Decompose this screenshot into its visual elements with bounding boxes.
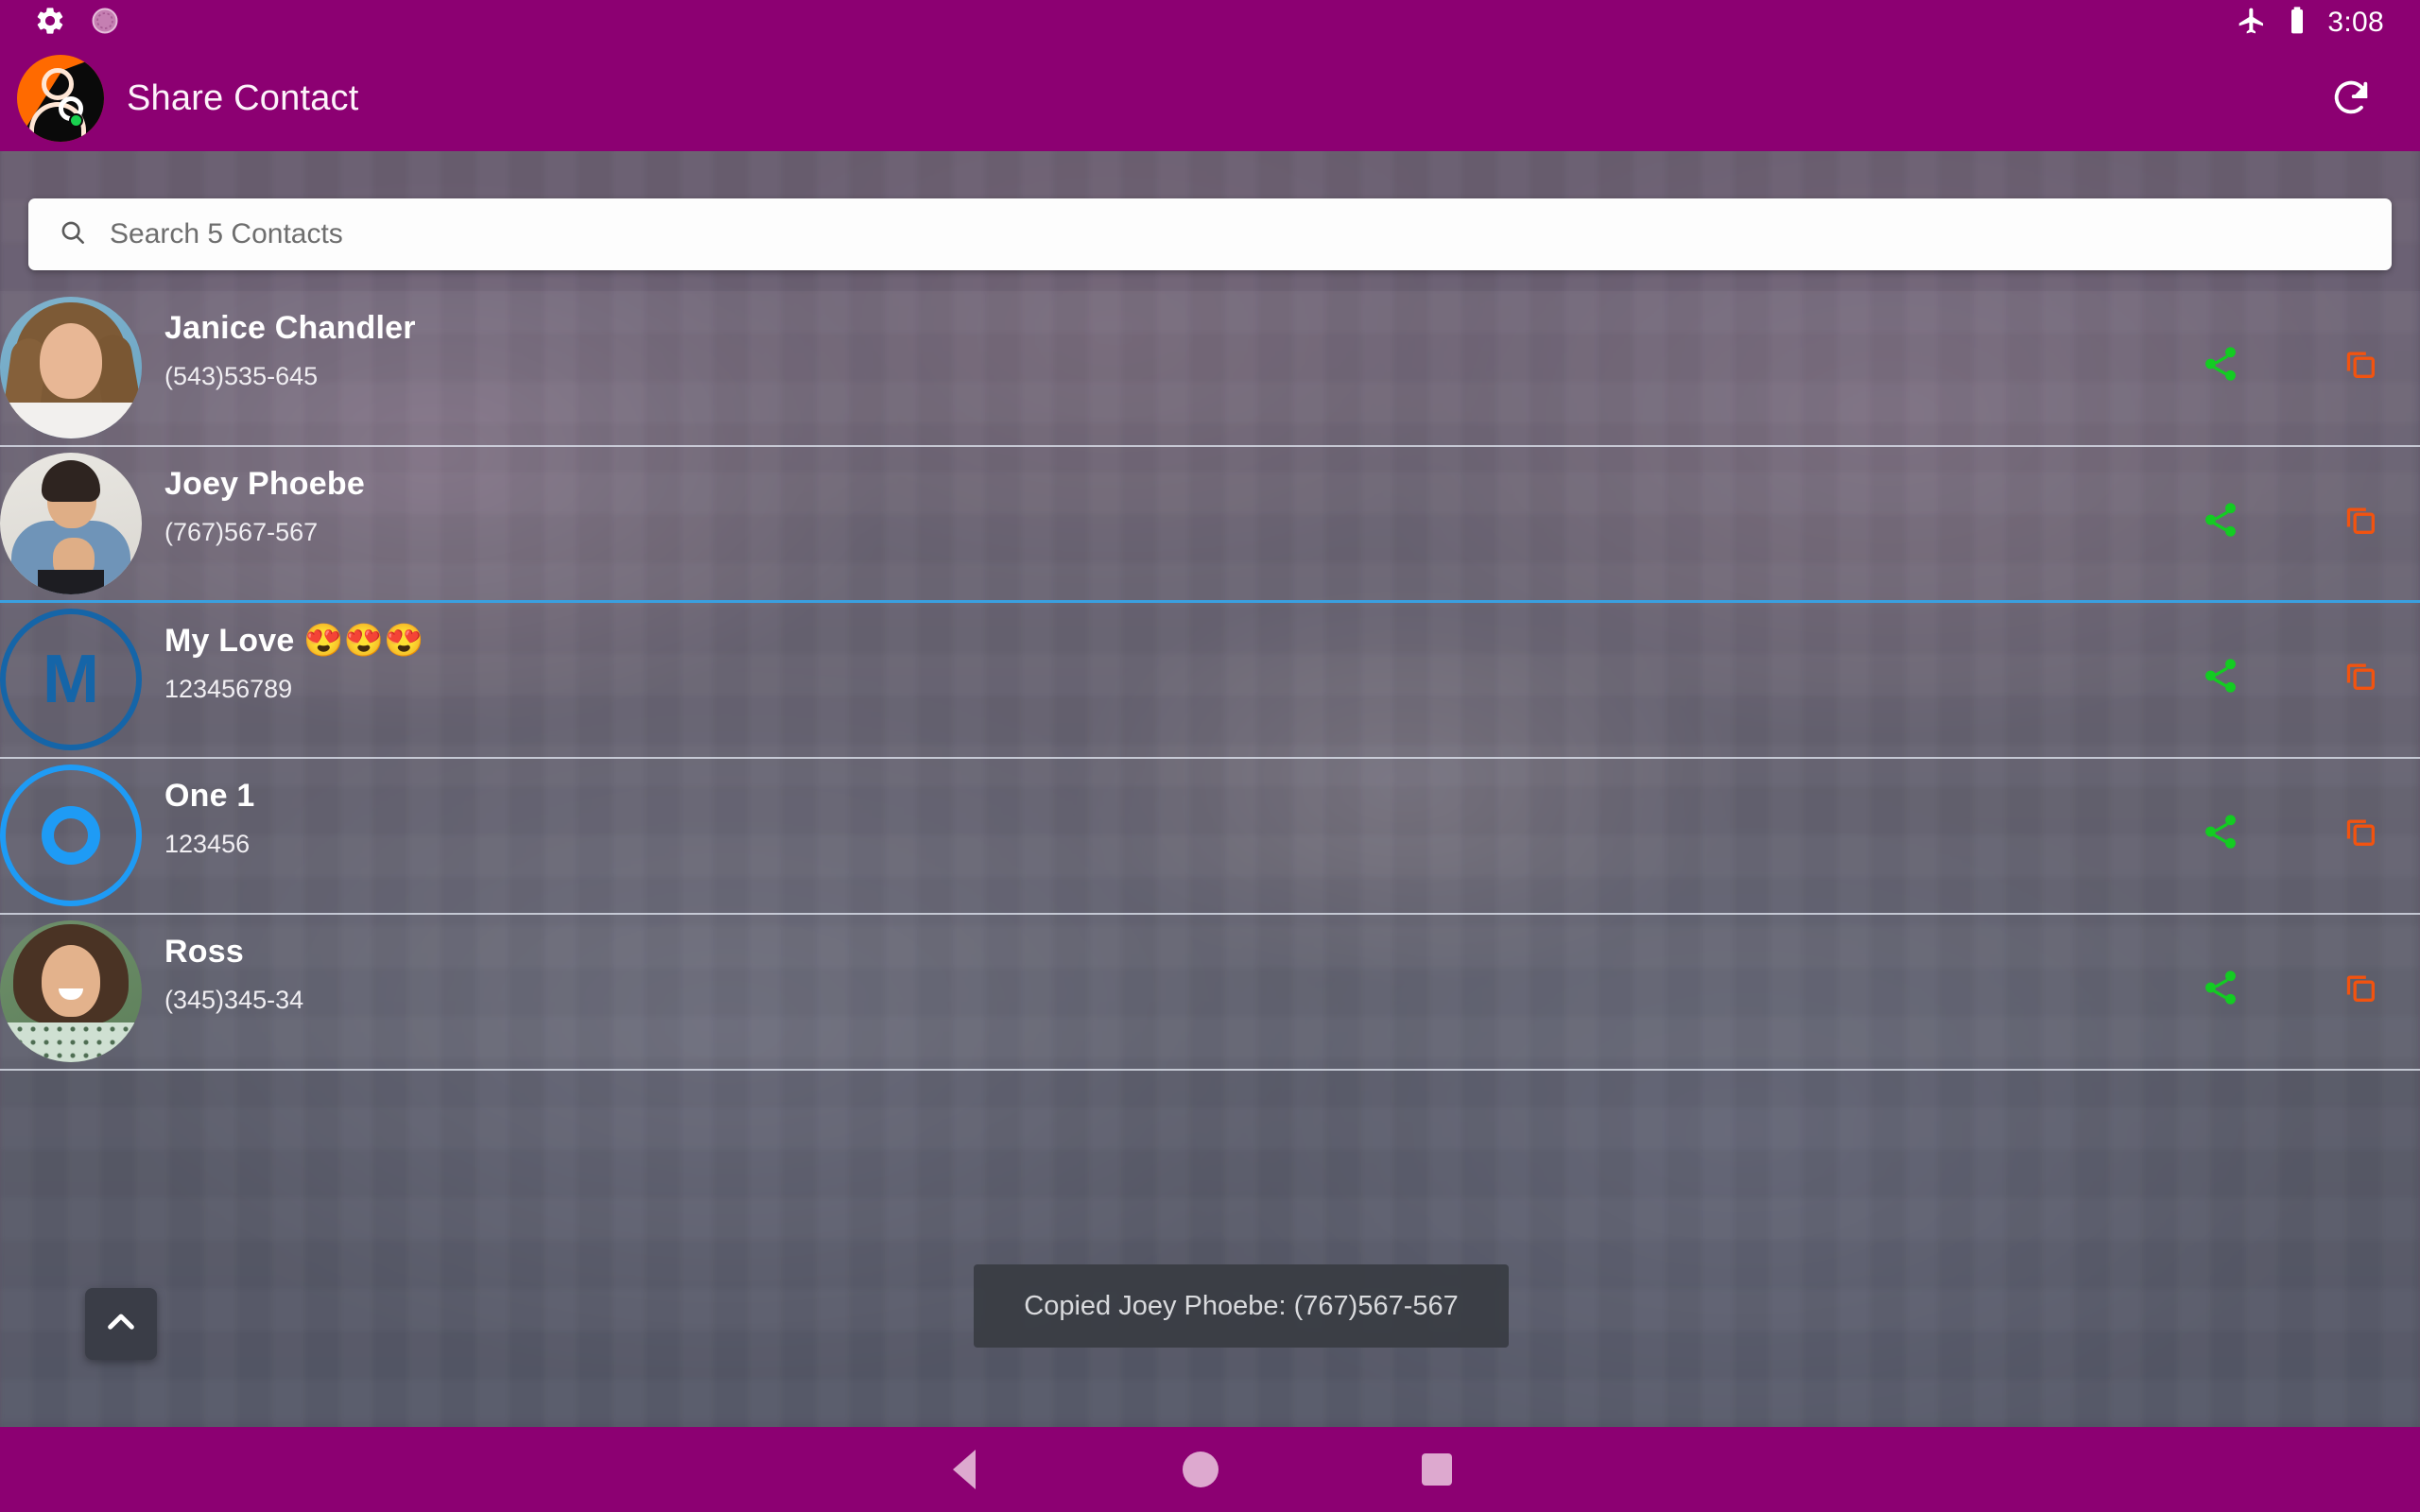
contact-number: (767)567-567 [164,518,319,546]
scroll-to-top-button[interactable] [85,1288,157,1360]
status-bar: 3:08 [0,0,2420,45]
contact-name: Joey Phoebe [164,466,365,502]
search-placeholder-text: Search 5 Contacts [110,218,343,249]
gear-icon[interactable] [34,5,66,42]
contact-number: 123456789 [164,675,293,703]
share-icon[interactable] [2193,804,2248,859]
contact-name: Janice Chandler [164,310,416,346]
app-bar: Share Contact [0,45,2420,151]
search-bar[interactable]: Search 5 Contacts [28,198,2392,270]
contact-number: (345)345-34 [164,986,304,1014]
avatar-joey-phoebe [0,453,142,594]
avatar-janice-chandler [0,297,142,438]
back-triangle-icon[interactable] [908,1427,1021,1512]
status-bar-clock: 3:08 [2327,7,2384,38]
share-icon[interactable] [2193,492,2248,547]
list-item[interactable]: Janice Chandler (543)535-645 [0,291,2420,447]
search-input[interactable]: Search 5 Contacts [28,198,2392,270]
avatar-my-love: M [0,609,142,750]
battery-icon [2288,6,2307,41]
airplane-mode-icon [2237,6,2267,41]
avatar-one-1 [0,765,142,906]
refresh-icon[interactable] [2322,69,2380,128]
share-contact-app-logo [17,55,104,142]
share-icon[interactable] [2193,960,2248,1015]
share-icon[interactable] [2193,648,2248,703]
android-navigation-bar [0,1427,2420,1512]
copy-icon[interactable] [2333,960,2388,1015]
contact-number: (543)535-645 [164,362,319,390]
share-icon[interactable] [2193,336,2248,391]
contact-number: 123456 [164,830,251,858]
list-item[interactable]: Joey Phoebe (767)567-567 [0,447,2420,603]
toast-notification: Copied Joey Phoebe: (767)567-567 [974,1264,1509,1348]
chevron-up-icon [101,1302,141,1347]
sync-circle-icon [91,7,119,40]
contact-name: Ross [164,934,244,970]
copy-icon[interactable] [2333,648,2388,703]
contact-name: One 1 [164,778,255,814]
avatar-ross [0,920,142,1062]
search-icon [59,218,87,251]
recents-square-icon[interactable] [1380,1427,1494,1512]
list-item[interactable]: M My Love 😍😍😍 123456789 [0,603,2420,759]
avatar-initial: M [43,642,99,717]
copy-icon[interactable] [2333,804,2388,859]
page-title: Share Contact [127,77,359,118]
toast-message: Copied Joey Phoebe: (767)567-567 [1024,1290,1459,1321]
copy-icon[interactable] [2333,492,2388,547]
list-item[interactable]: Ross (345)345-34 [0,915,2420,1071]
contact-name: My Love 😍😍😍 [164,623,424,659]
copy-icon[interactable] [2333,336,2388,391]
home-circle-icon[interactable] [1144,1427,1257,1512]
contact-list[interactable]: Janice Chandler (543)535-645 Joey Phoebe… [0,291,2420,1071]
list-item[interactable]: One 1 123456 [0,759,2420,915]
